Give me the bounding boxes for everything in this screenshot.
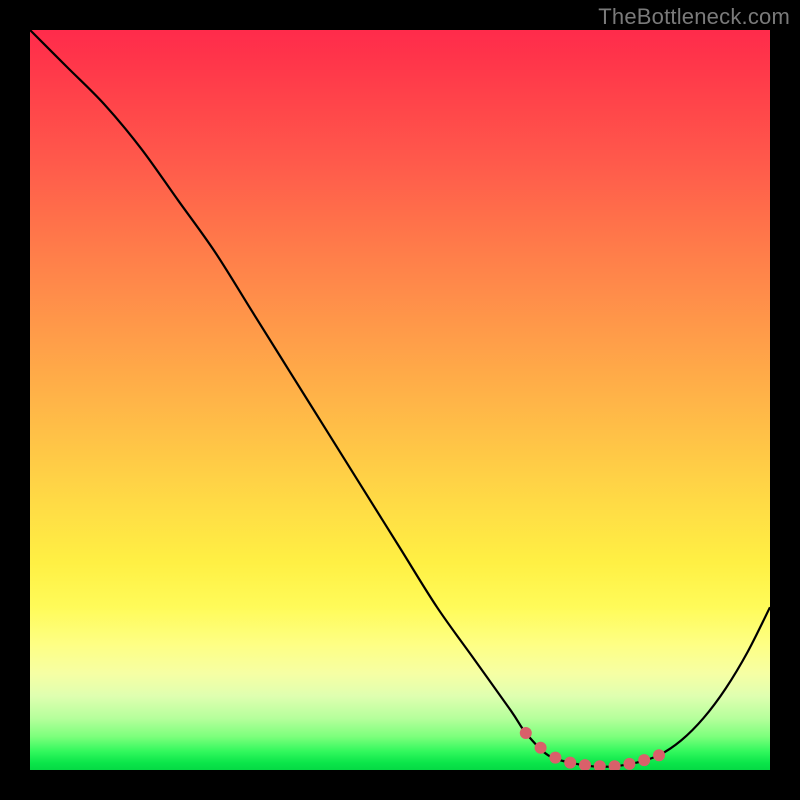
chart-frame: TheBottleneck.com <box>0 0 800 800</box>
gradient-plot-area <box>30 30 770 770</box>
marker-dot <box>594 760 606 770</box>
optimal-zone-markers <box>520 727 665 770</box>
marker-dot <box>520 727 532 739</box>
marker-dot <box>609 760 621 770</box>
marker-dot <box>579 759 591 770</box>
curve-svg <box>30 30 770 770</box>
watermark-text: TheBottleneck.com <box>598 4 790 30</box>
bottleneck-curve-path <box>30 30 770 767</box>
marker-dot <box>623 758 635 770</box>
marker-dot <box>638 754 650 766</box>
marker-dot <box>653 749 665 761</box>
marker-dot <box>535 742 547 754</box>
marker-dot <box>564 757 576 769</box>
marker-dot <box>549 752 561 764</box>
